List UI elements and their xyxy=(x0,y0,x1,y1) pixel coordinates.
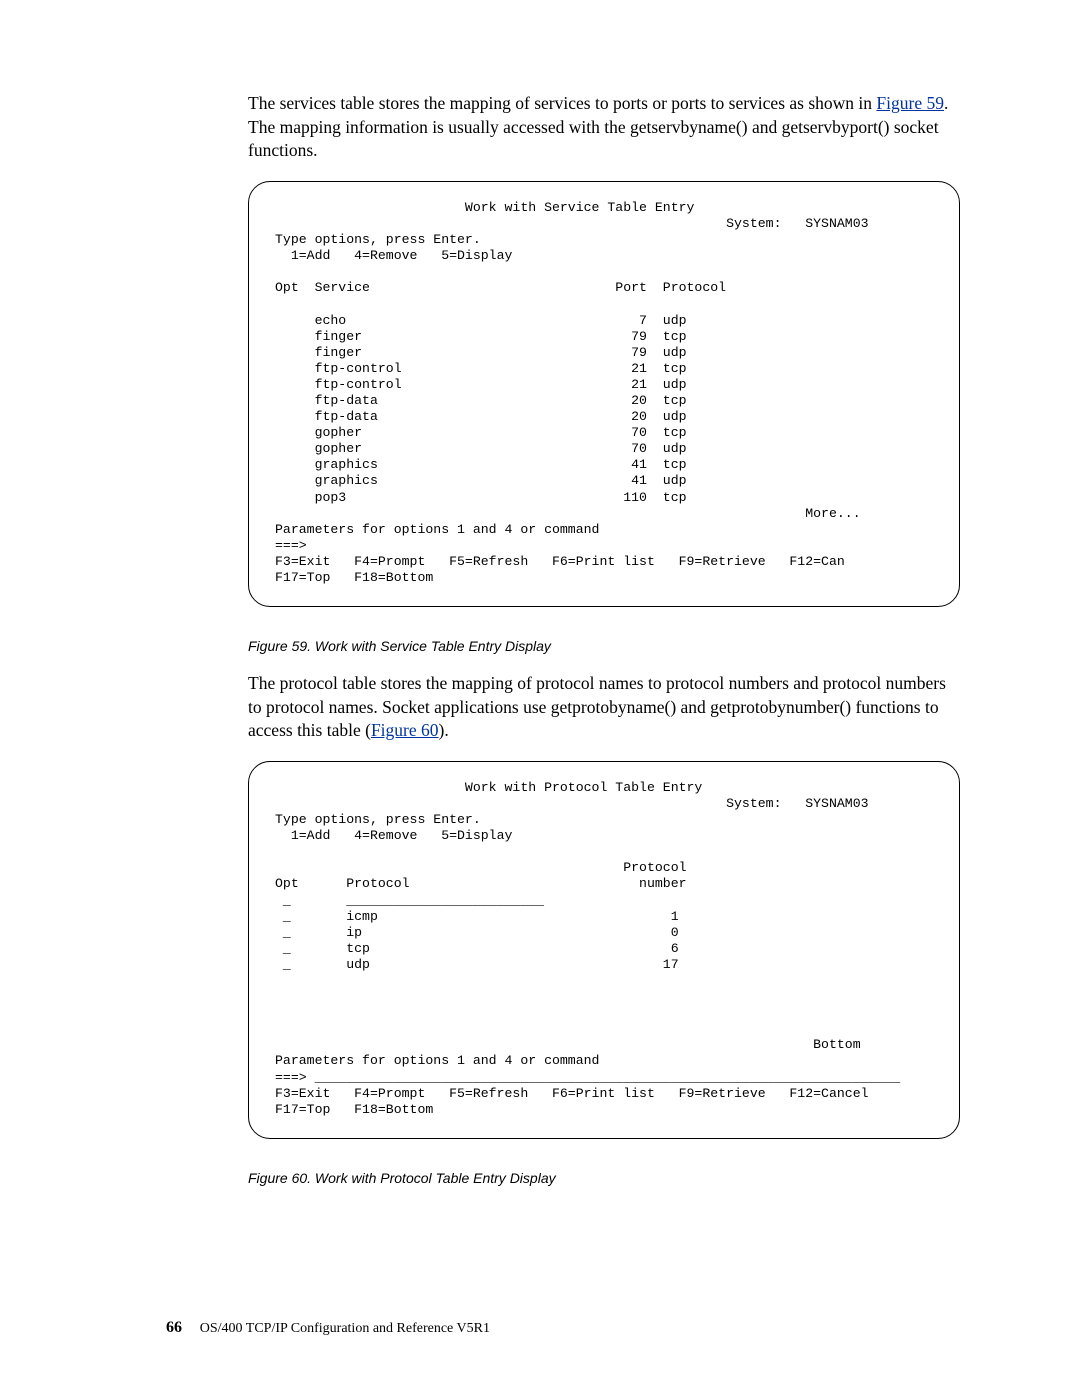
protocol-table-screen: Work with Protocol Table Entry System: S… xyxy=(248,761,960,1139)
middle-pre: The protocol table stores the mapping of… xyxy=(248,673,946,740)
footer-title: OS/400 TCP/IP Configuration and Referenc… xyxy=(200,1321,490,1336)
intro-paragraph: The services table stores the mapping of… xyxy=(248,92,960,163)
middle-paragraph: The protocol table stores the mapping of… xyxy=(248,672,960,743)
middle-post: ). xyxy=(439,720,449,740)
figure60-link[interactable]: Figure 60 xyxy=(371,720,439,740)
protocol-table-terminal: Work with Protocol Table Entry System: S… xyxy=(275,780,933,1118)
page-footer: 66 OS/400 TCP/IP Configuration and Refer… xyxy=(0,1317,1080,1339)
service-table-screen: Work with Service Table Entry System: SY… xyxy=(248,181,960,607)
intro-pre: The services table stores the mapping of… xyxy=(248,93,876,113)
figure59-link[interactable]: Figure 59 xyxy=(876,93,944,113)
figure60-caption: Figure 60. Work with Protocol Table Entr… xyxy=(248,1169,960,1188)
page-number: 66 xyxy=(166,1319,182,1336)
service-table-terminal: Work with Service Table Entry System: SY… xyxy=(275,200,933,586)
figure59-caption: Figure 59. Work with Service Table Entry… xyxy=(248,637,960,656)
